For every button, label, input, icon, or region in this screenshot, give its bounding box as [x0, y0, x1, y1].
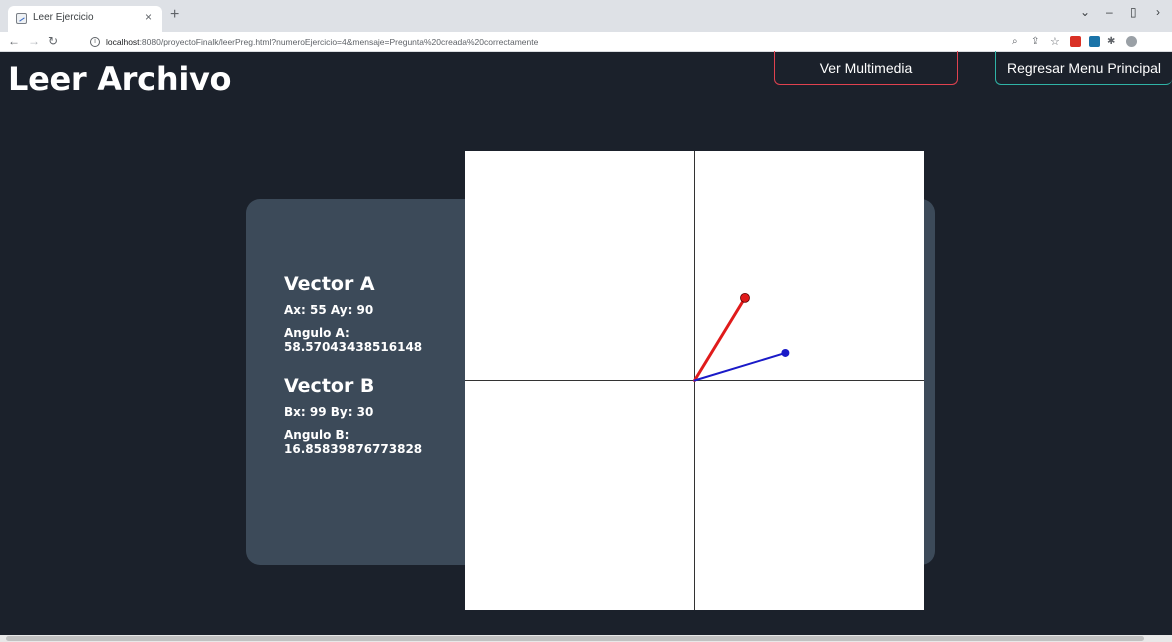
- vector-a-angle-label: Angulo A:: [284, 326, 350, 340]
- restore-icon[interactable]: ▯: [1130, 5, 1137, 19]
- address-bar[interactable]: i localhost:8080/proyectoFinalk/leerPreg…: [72, 34, 1072, 50]
- vector-plot-canvas: [465, 151, 924, 610]
- vector-a-components: Ax: 55 Ay: 90: [284, 303, 374, 317]
- profile-avatar-icon[interactable]: [1126, 36, 1137, 47]
- scrollbar-thumb[interactable]: [6, 636, 1144, 641]
- close-window-icon[interactable]: ›: [1156, 5, 1160, 19]
- url-text[interactable]: localhost:8080/proyectoFinalk/leerPreg.h…: [106, 37, 538, 47]
- browser-toolbar: ← → ↻ i localhost:8080/proyectoFinalk/le…: [0, 32, 1172, 52]
- extension-icon[interactable]: [1089, 36, 1100, 47]
- url-path: :8080/proyectoFinalk/leerPreg.html?numer…: [139, 37, 539, 47]
- browser-tabbar: Leer Ejercicio × + ⌄ – ▯ ›: [0, 0, 1172, 32]
- site-info-icon[interactable]: i: [90, 37, 100, 47]
- page: Leer Archivo Ver Multimedia Regresar Men…: [0, 51, 1172, 638]
- vector-b-info: Vector B Bx: 99 By: 30 Angulo B: 16.8583…: [284, 375, 422, 456]
- vector-a-title: Vector A: [284, 273, 375, 295]
- vector-plot-svg: [465, 151, 924, 610]
- tab-title: Leer Ejercicio: [33, 12, 94, 23]
- ver-multimedia-button[interactable]: Ver Multimedia: [774, 51, 958, 85]
- pdf-extension-icon[interactable]: [1070, 36, 1081, 47]
- extensions-puzzle-icon[interactable]: ✱: [1107, 36, 1115, 47]
- tab-search-chevron-icon[interactable]: ⌄: [1080, 5, 1090, 19]
- back-icon[interactable]: ←: [8, 34, 20, 48]
- vector-b-title: Vector B: [284, 375, 375, 397]
- tab-favicon-icon: [16, 13, 27, 24]
- new-tab-icon[interactable]: +: [170, 6, 179, 24]
- bookmark-star-icon[interactable]: ☆: [1050, 35, 1060, 48]
- vector-a-info: Vector A Ax: 55 Ay: 90 Angulo A: 58.5704…: [284, 273, 422, 354]
- share-icon[interactable]: ⇪: [1031, 36, 1039, 47]
- regresar-menu-button[interactable]: Regresar Menu Principal: [995, 51, 1172, 85]
- vector-b-angle-label: Angulo B:: [284, 428, 350, 442]
- reload-icon[interactable]: ↻: [48, 34, 58, 48]
- minimize-icon[interactable]: –: [1106, 5, 1113, 19]
- browser-tab[interactable]: Leer Ejercicio ×: [8, 6, 162, 32]
- url-host: localhost: [106, 37, 140, 47]
- forward-icon[interactable]: →: [28, 34, 40, 48]
- zoom-icon[interactable]: ⌕: [1012, 36, 1018, 47]
- horizontal-scrollbar[interactable]: [0, 635, 1172, 642]
- page-title: Leer Archivo: [8, 60, 232, 98]
- vector-a-angle-value: 58.57043438516148: [284, 340, 423, 354]
- vector-b-angle-value: 16.85839876773828: [284, 442, 423, 456]
- vector-b-endpoint: [781, 348, 790, 357]
- vector-a-endpoint: [740, 292, 750, 303]
- vector-b-components: Bx: 99 By: 30: [284, 405, 374, 419]
- tab-close-icon[interactable]: ×: [145, 10, 152, 24]
